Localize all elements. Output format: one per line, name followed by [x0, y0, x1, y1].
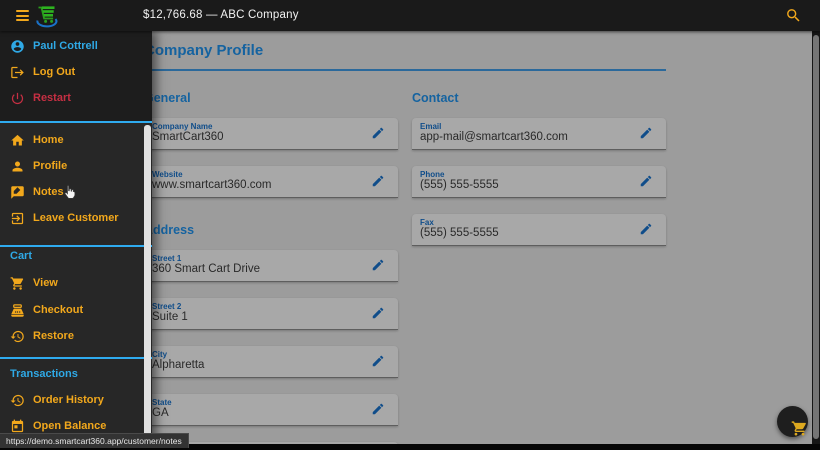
- drawer-menu-section: Home Profile Notes Leave Customer Cart V…: [0, 123, 152, 444]
- search-icon[interactable]: [785, 7, 802, 24]
- cart-section-label: Cart: [10, 250, 33, 262]
- smartcart-logo-icon: [36, 6, 58, 28]
- exit-icon: [10, 211, 25, 226]
- account-balance-title: $12,766.68 — ABC Company: [143, 9, 299, 21]
- sidebar-item-order-history[interactable]: Order History: [0, 387, 144, 413]
- drawer-user-section: Paul Cottrell Log Out Restart: [0, 31, 152, 121]
- note-edit-icon: [10, 185, 25, 200]
- status-url-tooltip: https://demo.smartcart360.app/customer/n…: [0, 433, 189, 448]
- power-icon: [10, 91, 25, 106]
- navigation-drawer: Paul Cottrell Log Out Restart Home Profi…: [0, 31, 152, 444]
- register-icon: [10, 303, 25, 318]
- account-circle-icon: [10, 39, 25, 54]
- logout-label: Log Out: [33, 66, 76, 78]
- sidebar-item-leave-customer[interactable]: Leave Customer: [0, 205, 144, 231]
- drawer-scrollbar[interactable]: [144, 125, 151, 437]
- sidebar-item-cart-view[interactable]: View: [0, 270, 144, 296]
- drawer-divider: [0, 245, 152, 247]
- user-account-item[interactable]: Paul Cottrell: [0, 33, 152, 59]
- home-icon: [10, 133, 25, 148]
- app-window: $12,766.68 — ABC Company Company Profile…: [0, 0, 820, 450]
- cart-fab-button[interactable]: [777, 406, 808, 437]
- user-name: Paul Cottrell: [33, 40, 98, 52]
- logout-icon: [10, 65, 25, 80]
- person-icon: [10, 159, 25, 174]
- sidebar-item-restore[interactable]: Restore: [0, 323, 144, 349]
- calendar-icon: [10, 419, 25, 434]
- hamburger-menu-icon[interactable]: [16, 10, 29, 21]
- history-icon: [10, 329, 25, 344]
- transactions-section-label: Transactions: [10, 368, 78, 380]
- sidebar-item-home[interactable]: Home: [0, 127, 144, 153]
- history-icon: [10, 393, 25, 408]
- drawer-divider: [0, 357, 152, 359]
- restart-item[interactable]: Restart: [0, 85, 152, 111]
- top-app-bar: $12,766.68 — ABC Company: [0, 0, 820, 31]
- logout-item[interactable]: Log Out: [0, 59, 152, 85]
- cart-icon: [784, 413, 806, 436]
- cart-icon: [10, 276, 25, 291]
- sidebar-item-profile[interactable]: Profile: [0, 153, 144, 179]
- restart-label: Restart: [33, 92, 71, 104]
- sidebar-item-notes[interactable]: Notes: [0, 179, 144, 205]
- page-scrollbar-thumb[interactable]: [813, 35, 819, 439]
- sidebar-item-checkout[interactable]: Checkout: [0, 297, 144, 323]
- page-scrollbar-track[interactable]: [812, 31, 820, 444]
